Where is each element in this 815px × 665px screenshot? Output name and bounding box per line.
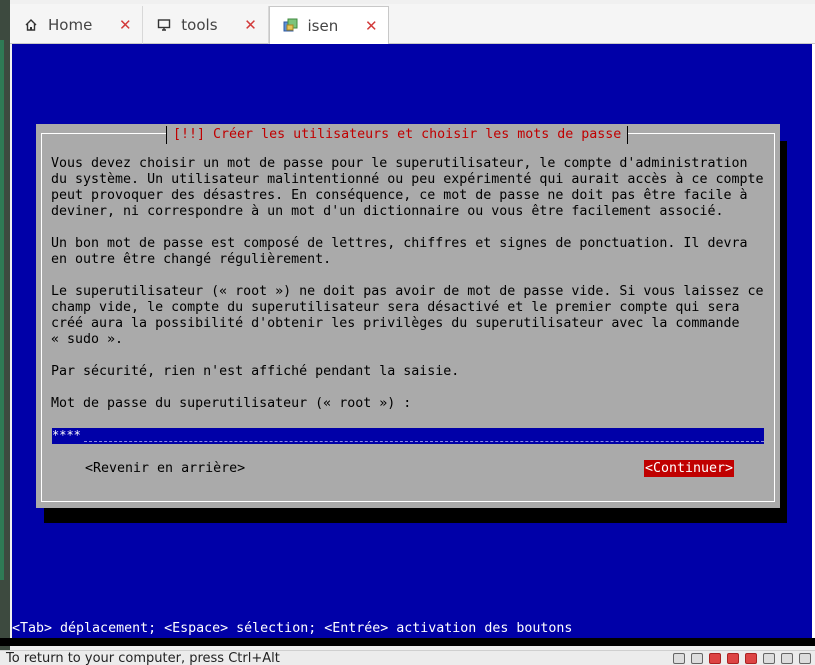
dialog-title: [!!] Créer les utilisateurs et choisir l… — [166, 126, 629, 144]
password-input-underline — [84, 441, 764, 442]
password-input[interactable]: **** — [52, 428, 764, 444]
back-button[interactable]: <Revenir en arrière> — [85, 460, 245, 477]
tab-home-label: Home — [48, 16, 93, 34]
record-icon[interactable] — [781, 653, 793, 664]
keyboard-icon[interactable] — [799, 653, 811, 664]
cd-icon[interactable] — [691, 653, 703, 664]
usb-icon[interactable] — [709, 653, 721, 664]
tab-tools-label: tools — [181, 16, 218, 34]
dialog-shadow-bottom — [44, 507, 787, 523]
host-accent-bar — [0, 40, 4, 580]
host-desktop-strip — [0, 0, 10, 665]
dialog-shadow-right — [779, 141, 787, 523]
status-tray — [673, 653, 811, 664]
dialog-paragraph: Vous devez choisir un mot de passe pour … — [51, 156, 764, 219]
close-icon[interactable]: ✕ — [118, 16, 132, 34]
close-icon[interactable]: ✕ — [364, 17, 378, 35]
tab-bar: Home ✕ tools ✕ isen ✕ — [10, 4, 815, 45]
home-icon — [22, 16, 40, 34]
tab-home[interactable]: Home ✕ — [10, 6, 144, 44]
disk-icon[interactable] — [673, 653, 685, 664]
vm-icon — [282, 17, 300, 35]
status-hint: To return to your computer, press Ctrl+A… — [6, 651, 280, 665]
continue-button[interactable]: <Continuer> — [644, 460, 735, 477]
tab-isen-label: isen — [307, 17, 339, 35]
tab-isen[interactable]: isen ✕ — [268, 6, 390, 45]
display-icon[interactable] — [763, 653, 775, 664]
dialog-paragraph: Le superutilisateur (« root ») ne doit p… — [51, 284, 764, 347]
console-help-text: <Tab> déplacement; <Espace> sélection; <… — [12, 621, 573, 636]
console-bottom-edge — [0, 638, 815, 646]
shared-folder-icon[interactable] — [745, 653, 757, 664]
monitor-icon — [155, 16, 173, 34]
close-icon[interactable]: ✕ — [244, 16, 258, 34]
dialog-paragraph: Par sécurité, rien n'est affiché pendant… — [51, 364, 460, 379]
tab-tools[interactable]: tools ✕ — [143, 6, 269, 44]
dialog-paragraph: Un bon mot de passe est composé de lettr… — [51, 236, 748, 267]
password-value: **** — [52, 428, 81, 442]
status-bar: To return to your computer, press Ctrl+A… — [0, 650, 815, 665]
network-icon[interactable] — [727, 653, 739, 664]
password-prompt-label: Mot de passe du superutilisateur (« root… — [51, 396, 412, 411]
